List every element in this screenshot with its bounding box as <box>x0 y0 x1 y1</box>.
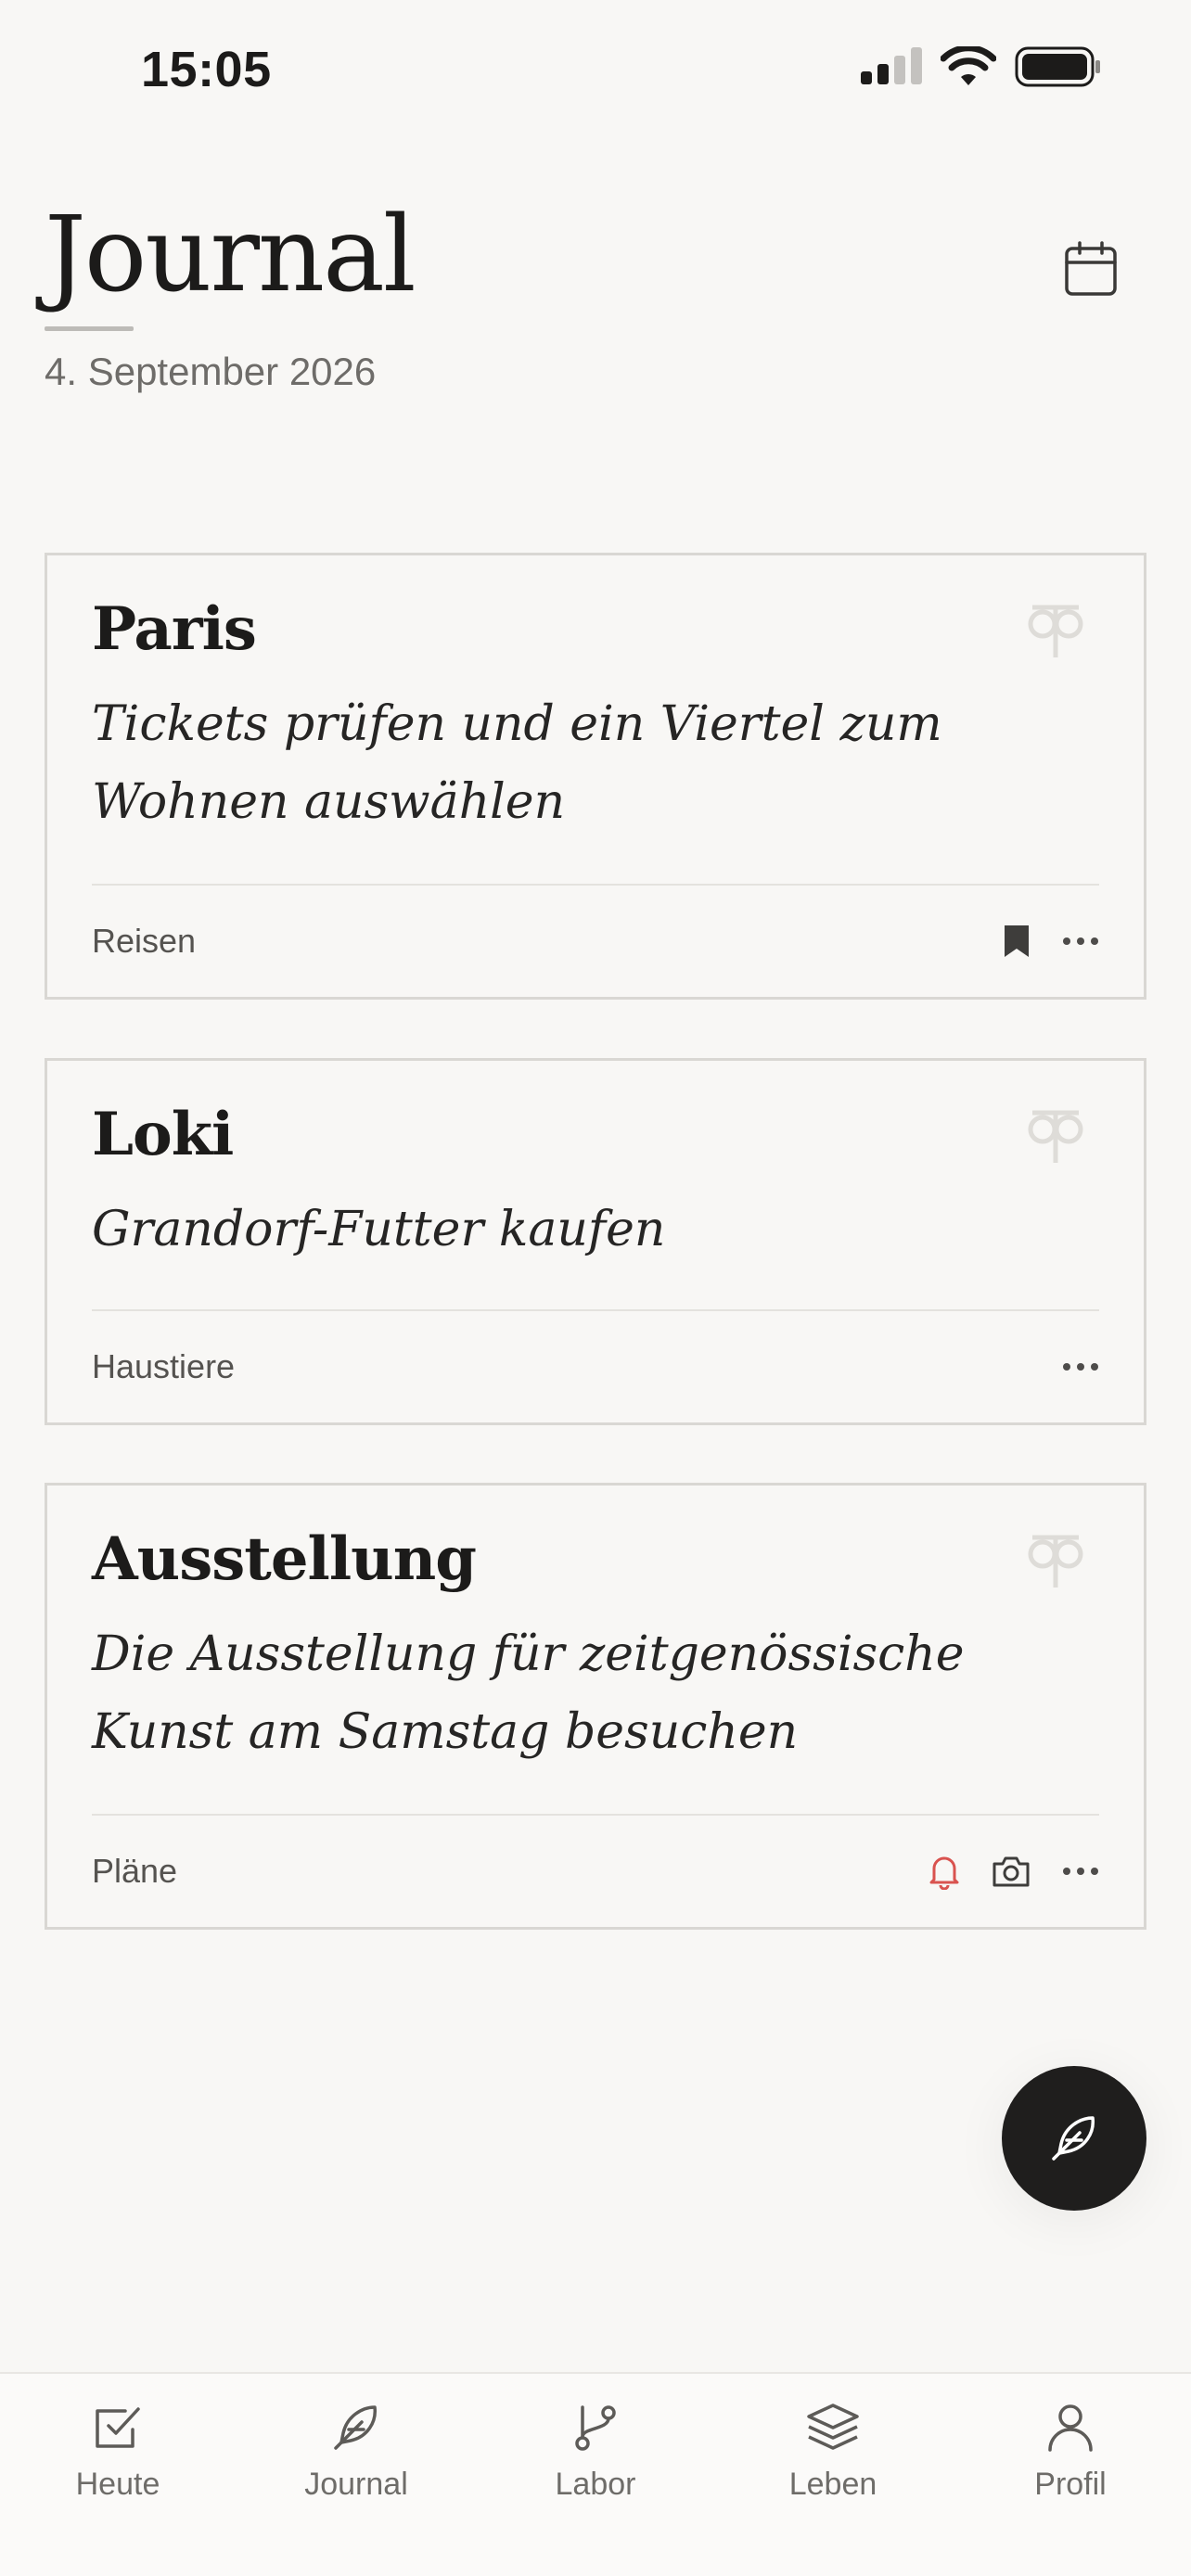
bell-icon[interactable] <box>928 1853 960 1890</box>
battery-icon <box>1015 46 1100 87</box>
page-title: Journal <box>45 195 416 315</box>
status-time: 15:05 <box>141 42 272 97</box>
decorative-ornament-icon <box>1028 605 1083 657</box>
user-icon <box>1048 2404 1093 2452</box>
tab-leben[interactable]: Leben <box>731 2402 935 2503</box>
card-text: Tickets prüfen und ein Viertel zum Wohne… <box>92 696 942 830</box>
card-title: Loki <box>92 1100 234 1169</box>
card-title: Paris <box>92 594 257 664</box>
card-footer: Reisen <box>92 884 1099 997</box>
tab-label: Heute <box>75 2467 160 2502</box>
journal-card-ausstellung[interactable]: Ausstellung Die Ausstellung für zeitgenö… <box>45 1483 1146 1930</box>
card-footer: Pläne <box>92 1814 1099 1927</box>
card-category: Pläne <box>92 1852 178 1890</box>
tab-profil[interactable]: Profil <box>968 2402 1172 2503</box>
tab-label: Profil <box>1034 2467 1107 2502</box>
card-category: Reisen <box>92 922 197 960</box>
decorative-ornament-icon <box>1028 1535 1083 1588</box>
layers-icon <box>807 2404 859 2450</box>
tab-label: Leben <box>788 2467 877 2502</box>
status-icons <box>861 46 1102 87</box>
card-text: Grandorf-Futter kaufen <box>92 1202 666 1257</box>
more-icon[interactable] <box>1062 1867 1099 1876</box>
calendar-button[interactable] <box>1054 232 1128 306</box>
card-footer: Haustiere <box>92 1309 1099 1422</box>
calendar-icon <box>1065 241 1117 296</box>
tab-journal[interactable]: Journal <box>254 2402 458 2503</box>
tab-label: Labor <box>555 2467 636 2502</box>
checkbox-icon <box>96 2407 140 2448</box>
page-header: Journal 4. September 2026 <box>45 195 1146 436</box>
new-entry-button[interactable] <box>1002 2066 1146 2211</box>
tab-heute[interactable]: Heute <box>16 2402 220 2503</box>
git-branch-icon <box>575 2405 616 2451</box>
more-icon[interactable] <box>1062 1362 1099 1371</box>
bookmark-icon[interactable] <box>1003 924 1031 959</box>
more-icon[interactable] <box>1062 937 1099 946</box>
journal-card-paris[interactable]: Paris Tickets prüfen und ein Viertel zum… <box>45 553 1146 1000</box>
title-underline <box>45 326 134 331</box>
feather-icon <box>334 2405 377 2450</box>
card-title: Ausstellung <box>92 1524 477 1594</box>
tab-labor[interactable]: Labor <box>493 2402 698 2503</box>
journal-card-loki[interactable]: Loki Grandorf-Futter kaufen Haustiere <box>45 1058 1146 1425</box>
tab-bar: Heute Journal Labor Leben Profil <box>0 2372 1191 2576</box>
card-category: Haustiere <box>92 1347 236 1385</box>
wifi-icon <box>941 46 996 85</box>
camera-icon[interactable] <box>992 1855 1031 1888</box>
page-date: 4. September 2026 <box>45 350 377 393</box>
card-text: Die Ausstellung für zeitgenössische Kuns… <box>92 1626 965 1760</box>
status-bar: 15:05 <box>0 0 1191 139</box>
feather-pen-icon <box>1052 2116 1095 2161</box>
tab-label: Journal <box>304 2467 408 2502</box>
cellular-signal-icon <box>861 47 922 84</box>
decorative-ornament-icon <box>1028 1110 1083 1163</box>
